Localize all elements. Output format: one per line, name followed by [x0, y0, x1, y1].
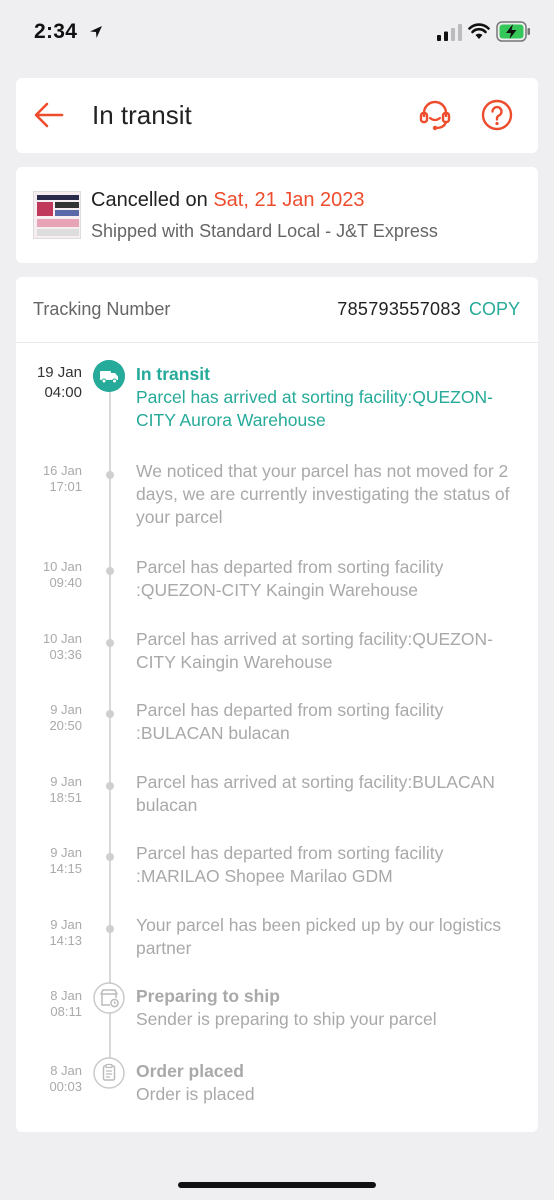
event-datetime: 19 Jan 04:00	[16, 363, 82, 403]
event-time: 18:51	[49, 790, 82, 805]
event-date: 16 Jan	[42, 463, 82, 478]
event-title: Preparing to ship	[136, 986, 280, 1006]
event-time: 17:01	[49, 479, 82, 494]
event-title: Order placed	[136, 1061, 244, 1081]
event-date: 9 Jan	[50, 917, 82, 932]
help-icon[interactable]	[481, 99, 513, 131]
event-date: 19 Jan	[36, 364, 82, 381]
timeline-dot	[106, 925, 114, 933]
event-datetime: 9 Jan 14:13	[16, 917, 82, 949]
cancel-status-text: Cancelled on Sat, 21 Jan 2023	[91, 189, 365, 212]
cancel-date: Sat, 21 Jan 2023	[213, 189, 365, 211]
order-status-card: Cancelled on Sat, 21 Jan 2023 Shipped wi…	[16, 167, 538, 263]
event-datetime: 10 Jan 03:36	[16, 631, 82, 663]
event-description: Parcel has arrived at sorting facility:B…	[136, 772, 495, 815]
customer-support-icon[interactable]	[418, 98, 452, 132]
cellular-signal-icon	[437, 24, 462, 41]
event-description: Parcel has departed from sorting facilit…	[136, 557, 444, 600]
event-datetime: 16 Jan 17:01	[16, 463, 82, 495]
home-indicator[interactable]	[178, 1182, 376, 1188]
event-description: Parcel has departed from sorting facilit…	[136, 843, 444, 886]
event-title: In transit	[136, 364, 210, 384]
back-arrow-icon[interactable]	[34, 101, 64, 129]
location-arrow-icon	[90, 26, 102, 38]
event-time: 14:15	[49, 861, 82, 876]
event-date: 9 Jan	[50, 845, 82, 860]
wifi-icon	[468, 23, 490, 39]
event-body: Preparing to ship Sender is preparing to…	[136, 985, 531, 1031]
event-description: Your parcel has been picked up by our lo…	[136, 915, 502, 958]
event-description: Order is placed	[136, 1084, 255, 1104]
timeline-dot	[106, 853, 114, 861]
tracking-number: 785793557083	[337, 299, 461, 319]
status-bar: 2:34	[0, 0, 554, 66]
shipping-method: Shipped with Standard Local - J&T Expres…	[91, 221, 438, 241]
tracking-card: Tracking Number 785793557083 COPY 19 Jan…	[16, 277, 538, 1132]
timeline-dot	[106, 639, 114, 647]
tracking-number-row: Tracking Number 785793557083 COPY	[16, 277, 538, 343]
event-date: 10 Jan	[42, 631, 82, 646]
event-datetime: 8 Jan 08:11	[16, 988, 82, 1020]
event-datetime: 9 Jan 14:15	[16, 845, 82, 877]
event-date: 9 Jan	[50, 774, 82, 789]
event-description: Parcel has arrived at sorting facility:Q…	[136, 629, 493, 672]
tracking-number-label: Tracking Number	[33, 299, 171, 319]
event-datetime: 10 Jan 09:40	[16, 559, 82, 591]
event-description: We noticed that your parcel has not move…	[136, 461, 510, 527]
truck-icon	[93, 360, 125, 392]
event-date: 8 Jan	[50, 988, 82, 1003]
shop-clock-icon	[93, 982, 125, 1014]
event-time: 08:11	[50, 1004, 82, 1019]
event-date: 10 Jan	[42, 559, 82, 574]
clipboard-icon	[93, 1057, 125, 1089]
event-description: Parcel has arrived at sorting facility:Q…	[136, 387, 493, 430]
event-date: 9 Jan	[50, 702, 82, 717]
header-bar: In transit	[16, 78, 538, 153]
timeline-dot	[106, 567, 114, 575]
copy-button[interactable]: COPY	[469, 299, 520, 320]
cancel-prefix: Cancelled on	[91, 189, 214, 211]
event-description: Sender is preparing to ship your parcel	[136, 1009, 437, 1029]
event-datetime: 9 Jan 20:50	[16, 702, 82, 734]
status-time: 2:34	[34, 20, 78, 43]
event-date: 8 Jan	[50, 1063, 82, 1078]
event-time: 03:36	[49, 647, 82, 662]
event-description: Parcel has departed from sorting facilit…	[136, 700, 444, 743]
event-time: 14:13	[49, 933, 82, 948]
event-datetime: 8 Jan 00:03	[16, 1063, 82, 1095]
product-thumbnail[interactable]	[33, 191, 81, 239]
event-body: In transit Parcel has arrived at sorting…	[136, 363, 531, 432]
timeline-dot	[106, 782, 114, 790]
timeline-dot	[106, 710, 114, 718]
product-image-icon	[34, 192, 80, 238]
event-datetime: 9 Jan 18:51	[16, 774, 82, 806]
page-title: In transit	[92, 100, 192, 130]
timeline-line	[109, 387, 111, 1077]
timeline-dot	[106, 471, 114, 479]
event-body: Order placed Order is placed	[136, 1060, 531, 1106]
event-time: 09:40	[49, 575, 82, 590]
event-time: 20:50	[49, 718, 82, 733]
event-time: 00:03	[49, 1079, 82, 1094]
event-time: 04:00	[44, 384, 82, 401]
battery-charging-icon	[496, 21, 530, 42]
